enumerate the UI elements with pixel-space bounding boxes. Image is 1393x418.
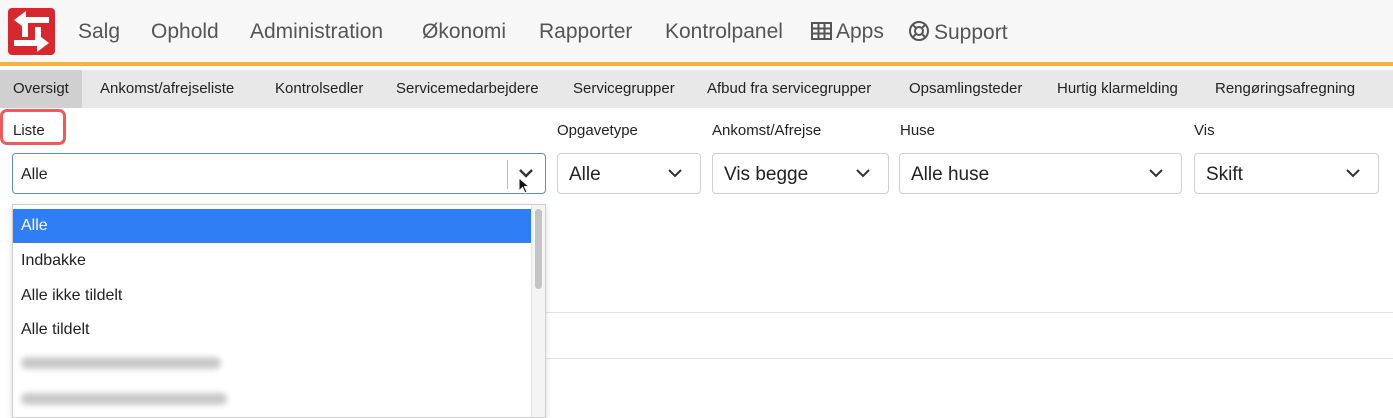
nav-salg[interactable]: Salg — [78, 20, 120, 44]
opgavetype-select[interactable]: Alle — [557, 153, 701, 194]
nav-apps-label: Apps — [836, 20, 884, 43]
liste-select-value: Alle — [21, 166, 48, 183]
dropdown-option-alle[interactable]: Alle — [13, 209, 532, 243]
huse-select-value: Alle huse — [911, 164, 990, 185]
vis-select-value: Skift — [1206, 164, 1243, 185]
dropdown-option-alle-ikke-tildelt[interactable]: Alle ikke tildelt — [13, 279, 532, 313]
app-logo[interactable] — [8, 8, 55, 55]
logo-arrows-icon — [14, 11, 49, 52]
lifebuoy-icon — [909, 21, 929, 41]
dropdown-option-indbakke[interactable]: Indbakke — [13, 244, 532, 278]
dropdown-scrollbar[interactable] — [531, 205, 545, 417]
tab-kontrolsedler[interactable]: Kontrolsedler — [275, 70, 363, 108]
huse-label: Huse — [900, 122, 936, 139]
nav-apps[interactable]: Apps — [811, 20, 884, 44]
chevron-down-icon — [668, 169, 682, 178]
ankomst-afrejse-select[interactable]: Vis begge — [712, 153, 889, 194]
dropdown-option-alle-tildelt[interactable]: Alle tildelt — [13, 313, 532, 347]
ankomst-afrejse-label: Ankomst/Afrejse — [712, 122, 822, 139]
tab-servicegrupper[interactable]: Servicegrupper — [573, 70, 675, 108]
tab-opsamlingsteder[interactable]: Opsamlingsteder — [909, 70, 1022, 108]
liste-select[interactable]: Alle — [12, 153, 546, 194]
nav-administration[interactable]: Administration — [250, 20, 383, 44]
chevron-down-icon — [1346, 169, 1360, 178]
vis-label: Vis — [1194, 122, 1215, 139]
content-divider — [546, 312, 1393, 313]
opgavetype-label: Opgavetype — [557, 122, 638, 139]
huse-select[interactable]: Alle huse — [899, 153, 1182, 194]
sub-tabs-bar: Oversigt Ankomst/afrejseliste Kontrolsed… — [0, 70, 1393, 108]
tab-hurtig-klarmelding[interactable]: Hurtig klarmelding — [1057, 70, 1178, 108]
ankomst-afrejse-select-value: Vis begge — [724, 164, 809, 185]
blurred-option[interactable] — [21, 357, 221, 369]
nav-support-label: Support — [934, 21, 1008, 44]
nav-rapporter[interactable]: Rapporter — [539, 20, 632, 44]
content-divider — [546, 358, 1393, 359]
grid-icon — [811, 22, 832, 40]
vis-select[interactable]: Skift — [1194, 153, 1379, 194]
liste-dropdown-list[interactable]: Alle Indbakke Alle ikke tildelt Alle til… — [12, 204, 546, 418]
select-divider — [507, 160, 508, 189]
top-navigation: Salg Ophold Administration Økonomi Rappo… — [0, 0, 1393, 66]
tab-afbud-fra-servicegrupper[interactable]: Afbud fra servicegrupper — [707, 70, 871, 108]
tab-ankomst-afrejseliste[interactable]: Ankomst/afrejseliste — [100, 70, 234, 108]
nav-support[interactable]: Support — [908, 20, 1008, 45]
dropdown-scrollbar-thumb[interactable] — [535, 209, 542, 289]
liste-label: Liste — [13, 122, 45, 139]
tab-oversigt[interactable]: Oversigt — [0, 70, 82, 108]
nav-kontrolpanel[interactable]: Kontrolpanel — [665, 20, 783, 44]
mouse-cursor-icon — [518, 177, 530, 194]
chevron-down-icon — [856, 169, 870, 178]
nav-okonomi[interactable]: Økonomi — [422, 20, 506, 44]
tab-rengoringsafregning[interactable]: Rengøringsafregning — [1215, 70, 1355, 108]
nav-ophold[interactable]: Ophold — [151, 20, 219, 44]
opgavetype-select-value: Alle — [569, 164, 601, 185]
tab-servicemedarbejdere[interactable]: Servicemedarbejdere — [396, 70, 539, 108]
blurred-option[interactable] — [21, 393, 227, 405]
chevron-down-icon — [1149, 169, 1163, 178]
